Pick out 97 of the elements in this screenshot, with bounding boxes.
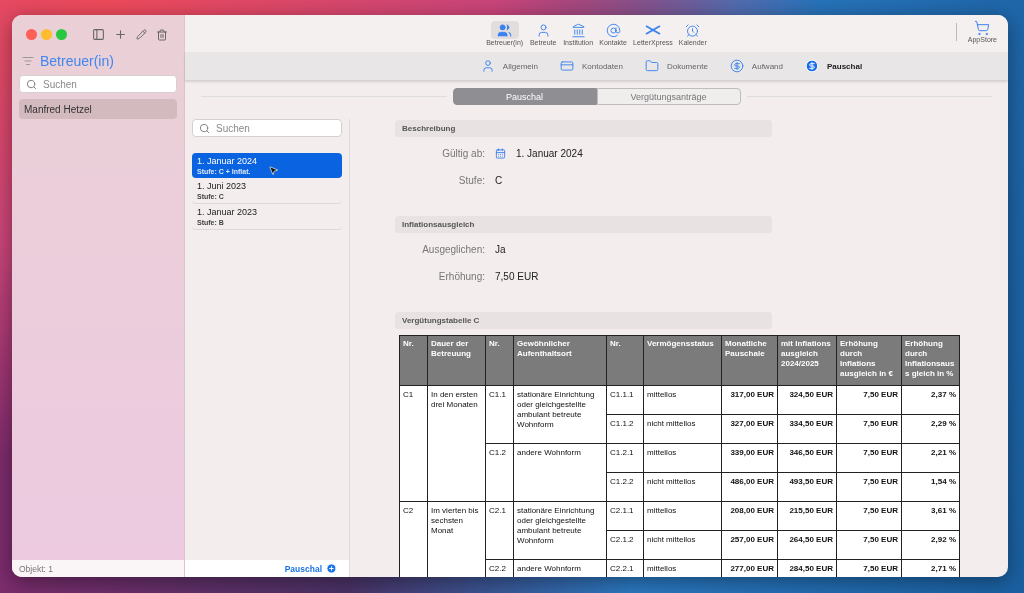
field-label: Gültig ab: [441, 148, 485, 159]
field-value: 1. Januar 2024 [516, 148, 583, 159]
table-cell: 2,37 % [901, 385, 960, 415]
segment-button[interactable]: Vergütungsanträge [596, 88, 741, 105]
table-cell: C2.1 [485, 501, 514, 560]
add-icon[interactable] [326, 563, 337, 574]
dollar-coin-icon [805, 59, 819, 73]
add-icon[interactable] [114, 28, 127, 41]
table-cell: 257,00 EUR [721, 530, 778, 560]
table-cell: 317,00 EUR [721, 385, 778, 415]
table-cell: 324,50 EUR [777, 385, 837, 415]
table-cell: 2,21 % [901, 443, 960, 473]
section-header: Beschreibung [395, 120, 772, 137]
table-cell: In den ersten drei Monaten [427, 385, 486, 502]
table-cell: 339,00 EUR [721, 443, 778, 473]
table-cell: nicht mittellos [643, 414, 722, 444]
filter-icon[interactable] [22, 55, 34, 67]
cart-icon [974, 20, 991, 36]
bank-icon [570, 22, 586, 38]
at-sign-icon [605, 22, 621, 38]
table-cell: Im vierten bis sechsten Monat [427, 501, 486, 577]
tab[interactable]: Kontodaten [554, 59, 629, 73]
folder-icon [644, 59, 659, 73]
column-header: Nr. [606, 335, 644, 386]
field-value: C [495, 175, 503, 186]
table-cell: mittellos [643, 385, 722, 415]
section-header: Inflationsausgleich [395, 216, 772, 233]
search-icon [199, 122, 210, 134]
table-cell: 215,50 EUR [777, 501, 837, 531]
table-cell: 7,50 EUR [836, 472, 902, 502]
tab[interactable]: Pauschal [799, 59, 869, 73]
column-header: mit Inflations ausgleich 2024/2025 [777, 335, 837, 386]
crossed-arrows-icon [644, 25, 661, 35]
table-cell: 334,50 EUR [777, 414, 837, 444]
trash-icon[interactable] [156, 28, 168, 41]
column-header: Erhöhung durch Inflations ausgleich in € [836, 335, 902, 386]
table-cell: stationäre Einrichtung oder gleichgestellte ambulant betreute Wohnform [513, 501, 607, 560]
table-cell: 1,54 % [901, 472, 960, 502]
zoom-button[interactable] [56, 29, 67, 40]
table-cell: C1.2 [485, 443, 514, 502]
calendar-icon[interactable] [495, 148, 506, 159]
table-cell: 264,50 EUR [777, 530, 837, 560]
column-header: Nr. [399, 335, 428, 386]
search-field[interactable]: Suchen [192, 119, 342, 137]
table-cell: stationäre Einrichtung oder gleichgestellte ambulant betreute Wohnform [513, 385, 607, 444]
tab[interactable]: Dokumente [638, 59, 714, 73]
search-field[interactable]: Suchen [19, 75, 177, 93]
sidebar-title: Betreuer(in) [40, 53, 114, 69]
table-cell: 493,50 EUR [777, 472, 837, 502]
table-cell: mittellos [643, 443, 722, 473]
column-header: Erhöhung durch Inflationsaus s gleich in % [901, 335, 960, 386]
table-cell: 3,61 % [901, 501, 960, 531]
table-cell: mittellos [643, 501, 722, 531]
table-cell: nicht mittellos [643, 530, 722, 560]
table-cell: 486,00 EUR [721, 472, 778, 502]
table-cell: 208,00 EUR [721, 501, 778, 531]
field-label: Stufe: [457, 175, 485, 186]
people-icon [497, 22, 513, 38]
column-header: Vermögensstatus [643, 335, 722, 386]
table-cell: 7,50 EUR [836, 414, 902, 444]
sidebar-item[interactable]: Manfred Hetzel [19, 99, 177, 119]
column-header: Nr. [485, 335, 514, 386]
status-text: Objekt: 1 [12, 560, 184, 577]
dollar-coin-icon [729, 59, 744, 73]
table-cell: C1 [399, 385, 428, 502]
column-header: Monatliche Pauschale [721, 335, 778, 386]
table-cell: 2,92 % [901, 530, 960, 560]
table-cell: 7,50 EUR [836, 443, 902, 473]
field-label: Ausgeglichen: [421, 244, 485, 255]
table-cell: 327,00 EUR [721, 414, 778, 444]
close-button[interactable] [26, 29, 37, 40]
table-cell: 346,50 EUR [777, 443, 837, 473]
table-cell: 7,50 EUR [836, 385, 902, 415]
table-cell: C2 [399, 501, 428, 577]
table-cell: nicht mittellos [643, 472, 722, 502]
column-header: Dauer der Betreuung [427, 335, 486, 386]
add-link[interactable]: Pauschal [284, 563, 322, 574]
person-icon [535, 22, 551, 38]
table-cell: 7,50 EUR [836, 501, 902, 531]
field-value: Ja [495, 244, 506, 255]
table-cell: andere Wohnform [513, 443, 607, 502]
cursor-icon [268, 165, 279, 176]
tab[interactable]: Aufwand [723, 59, 789, 73]
section-header: Vergütungstabelle C [395, 312, 772, 329]
alarm-clock-icon [685, 22, 701, 38]
tab[interactable]: Allgemein [474, 59, 544, 73]
sidebar-toggle-icon[interactable] [92, 28, 105, 41]
column-header: Gewöhnlicher Aufenthaltsort [513, 335, 607, 386]
card-icon [560, 59, 574, 73]
table-cell: 7,50 EUR [836, 530, 902, 560]
table-cell: 2,29 % [901, 414, 960, 444]
person-icon [480, 59, 495, 73]
field-label: Erhöhung: [437, 271, 485, 282]
field-value: 7,50 EUR [495, 271, 539, 282]
search-icon [26, 78, 37, 90]
table-cell: C1.1 [485, 385, 514, 444]
edit-icon[interactable] [136, 29, 147, 40]
